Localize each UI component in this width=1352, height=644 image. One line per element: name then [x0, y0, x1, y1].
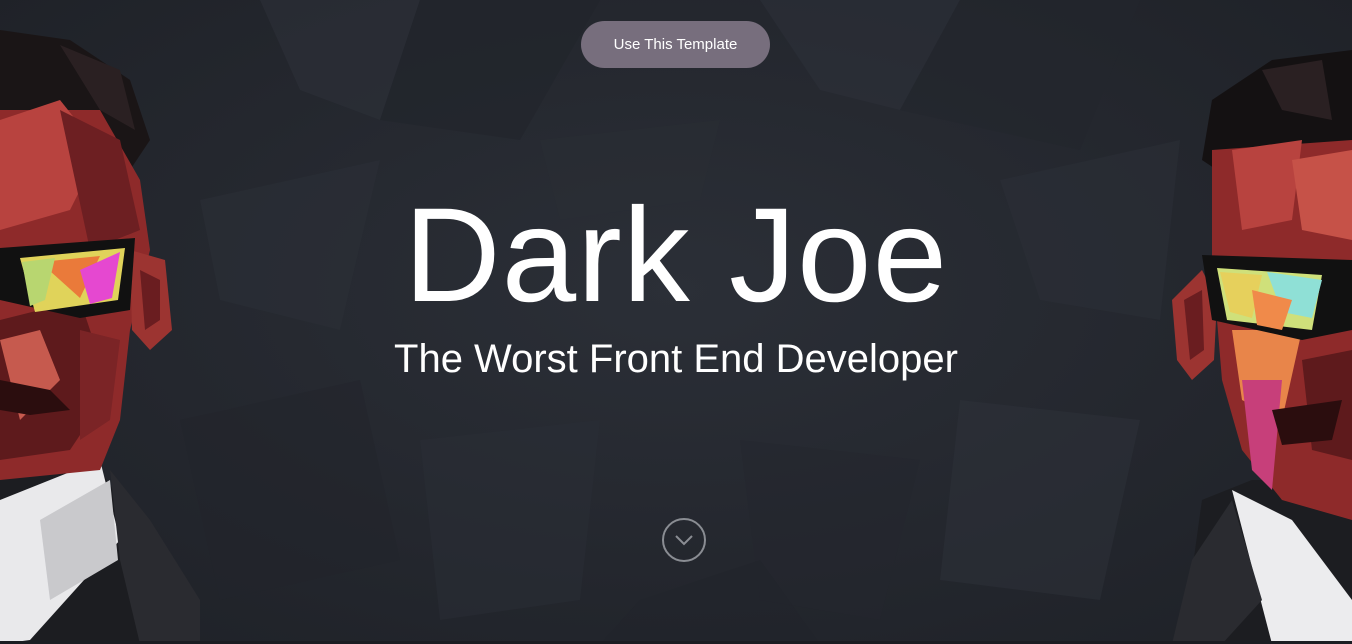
hero-subtitle: The Worst Front End Developer [394, 337, 958, 381]
hero-section: Use This Template Dark Joe The Worst Fro… [0, 0, 1352, 644]
use-template-button[interactable]: Use This Template [581, 21, 770, 68]
chevron-down-icon [675, 535, 693, 546]
scroll-down-button[interactable] [662, 518, 706, 562]
hero-title: Dark Joe [403, 181, 949, 330]
